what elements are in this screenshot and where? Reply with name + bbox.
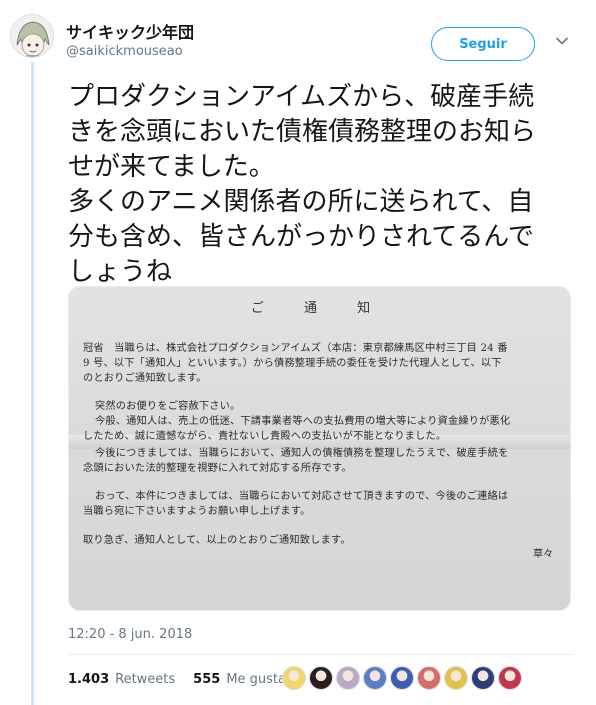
- retweets-label[interactable]: Retweets: [115, 672, 175, 687]
- liker-avatar[interactable]: [309, 666, 333, 690]
- document-closing: 草々: [533, 549, 554, 560]
- liker-avatar[interactable]: [363, 666, 387, 690]
- document-line: 突然のお便りをご容赦下さい。: [95, 401, 241, 412]
- document-line: 今後につきましては、当職らにおいて、通知人の債権債務を整理したうえで、破産手続を: [95, 448, 509, 459]
- tweet-stats: 1.403 Retweets 555 Me gusta: [68, 672, 286, 687]
- tweet-header: サイキック少年団 @saikickmouseao Seguir: [0, 0, 596, 80]
- tweet-text: プロダクションアイムズから、破産手続 きを念頭においた債権債務整理のお知ら せが…: [68, 80, 574, 290]
- liker-avatar[interactable]: [390, 666, 414, 690]
- divider: [68, 654, 574, 655]
- document-title: ご 通 知: [250, 301, 389, 316]
- tweet-text-line: せが来てました。: [68, 152, 275, 182]
- avatar-image: [11, 15, 53, 57]
- document-line: 当職ら宛に下さいますようお願い申し上げます。: [83, 506, 311, 517]
- tweet-timestamp[interactable]: 12:20 - 8 jun. 2018: [68, 627, 192, 642]
- liker-avatar[interactable]: [498, 666, 522, 690]
- liker-avatar[interactable]: [417, 666, 441, 690]
- likes-label[interactable]: Me gusta: [226, 672, 286, 687]
- likes-count[interactable]: 555: [193, 672, 220, 687]
- document-line: おって、本件につきましては、当職らにおいて対応させて頂きますので、今後のご連絡は: [95, 491, 509, 502]
- tweet-text-line: 多くのアニメ関係者の所に送られて、自: [68, 187, 534, 217]
- liker-avatar[interactable]: [471, 666, 495, 690]
- document-line: 念頭においた法的整理を視野に入れて対応する所存です。: [83, 463, 352, 474]
- thread-line: [31, 62, 34, 705]
- avatar[interactable]: [10, 14, 54, 58]
- tweet-text-line: しょうね: [68, 257, 173, 287]
- tweet-text-line: 分も含め、皆さんがっかりされてるんで: [68, 222, 534, 252]
- likers-avatars: [282, 666, 522, 692]
- display-name[interactable]: サイキック少年団: [66, 19, 194, 43]
- user-handle[interactable]: @saikickmouseao: [66, 44, 183, 59]
- document-line: 冠省 当職らは、株式会社プロダクションアイムズ（本店：東京都練馬区中村三丁目 2…: [83, 343, 508, 354]
- document-line: 取り急ぎ、通知人として、以上のとおりご通知致します。: [83, 535, 351, 546]
- chevron-down-icon[interactable]: [555, 34, 569, 48]
- tweet-text-line: きを念頭においた債権債務整理のお知ら: [68, 117, 537, 147]
- document-line: したため、誠に遺憾ながら、貴社ないし貴殿への支払いが不能となりました。: [83, 431, 447, 442]
- liker-avatar[interactable]: [282, 666, 306, 690]
- document-line: 9 号、以下「通知人」といいます。）から債務整理手続の委任を受けた代理人として、…: [83, 358, 502, 369]
- attached-photo[interactable]: ご 通 知 冠省 当職らは、株式会社プロダクションアイムズ（本店：東京都練馬区中…: [68, 286, 571, 611]
- document-line: のとおりご通知致します。: [83, 373, 207, 384]
- liker-avatar[interactable]: [336, 666, 360, 690]
- follow-button[interactable]: Seguir: [431, 27, 535, 61]
- liker-avatar[interactable]: [444, 666, 468, 690]
- tweet-text-line: プロダクションアイムズから、破産手続: [68, 82, 535, 112]
- retweets-count[interactable]: 1.403: [68, 672, 109, 687]
- document-line: 今般、通知人は、売上の低迷、下請事業者等への支払費用の増大等により資金繰りが悪化: [95, 416, 511, 427]
